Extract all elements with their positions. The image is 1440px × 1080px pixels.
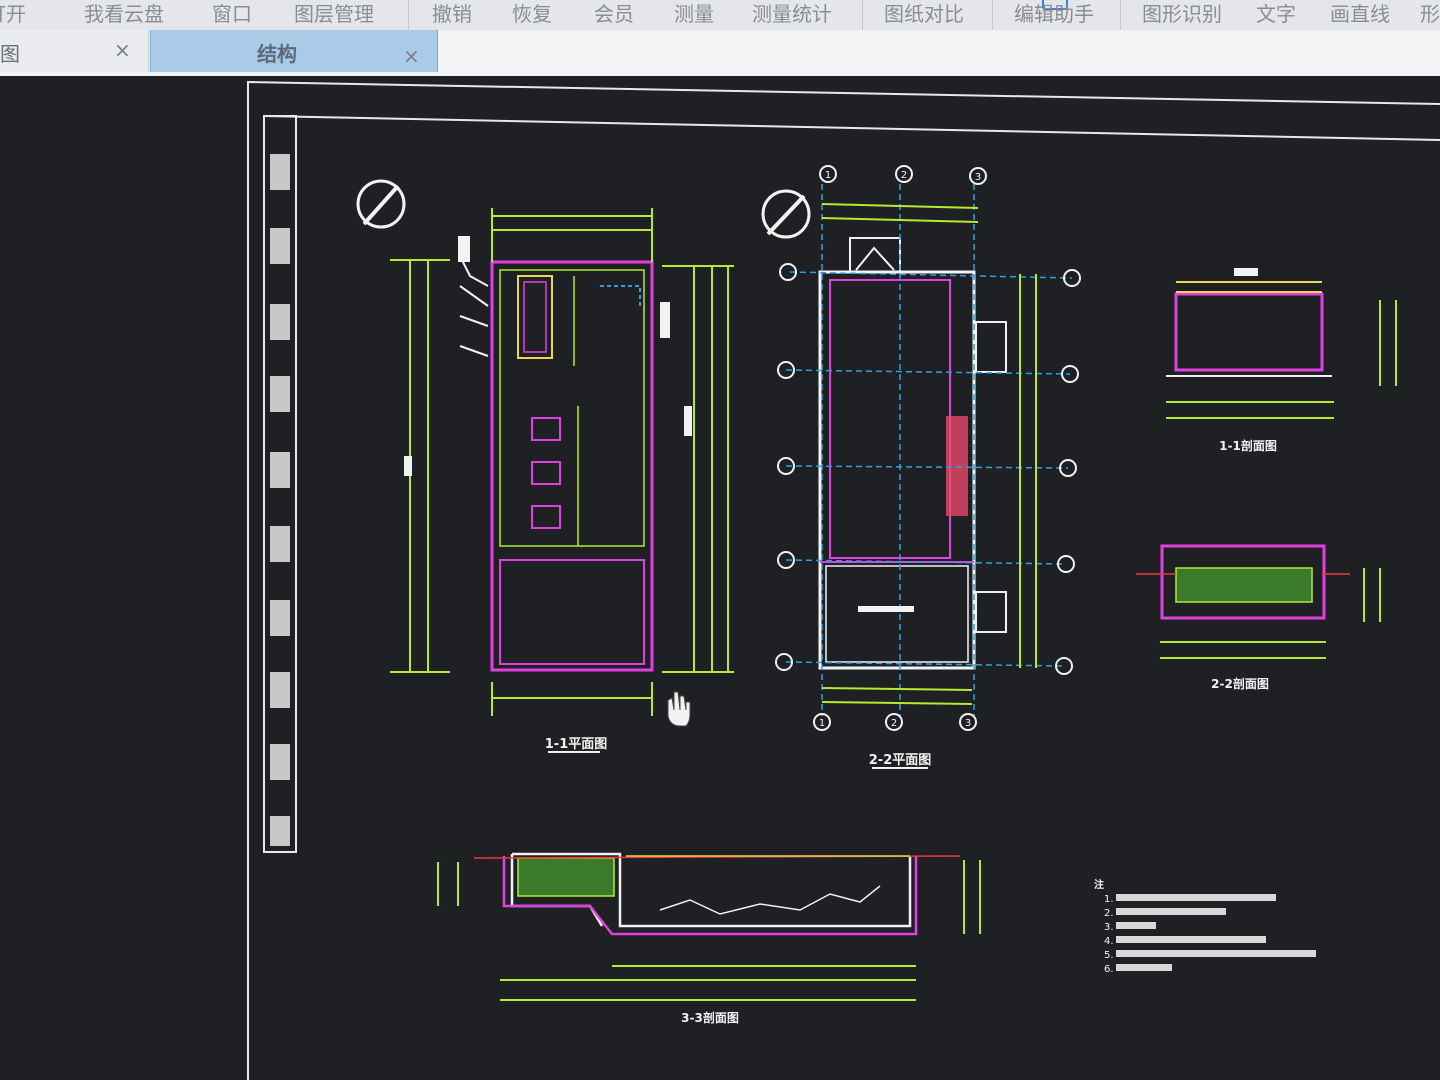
inner-frame-top xyxy=(263,115,1440,141)
right-plan: 1 2 3 1 2 3 2-2平面图 xyxy=(775,165,1081,769)
toolbar-separator xyxy=(408,0,409,30)
note-line: 6. xyxy=(1104,964,1114,975)
section-3-3-title: 3-3剖面图 xyxy=(681,1010,739,1025)
axis-label: 2 xyxy=(901,170,907,181)
toolbar-undo[interactable]: 撤销 xyxy=(432,0,472,27)
toolbar-measure-stats[interactable]: 测量统计 xyxy=(752,0,832,27)
close-icon[interactable]: × xyxy=(114,38,131,62)
notes-header: 注 xyxy=(1094,878,1104,891)
note-line: 1. xyxy=(1104,894,1114,905)
toolbar-separator xyxy=(1120,0,1121,30)
toolbar-redo[interactable]: 恢复 xyxy=(512,0,552,27)
toolbar-shape-recognition[interactable]: 图形识别 xyxy=(1142,0,1222,27)
toolbar-separator xyxy=(992,0,993,30)
title-block-strip xyxy=(263,115,297,853)
axis-label: 1 xyxy=(819,718,825,729)
axis-label: 2 xyxy=(891,718,897,729)
drawing-notes: 注 1. 2. 3. 4. 5. 6. xyxy=(1094,878,1316,975)
section-2-2: 2-2剖面图 xyxy=(1136,544,1381,691)
note-line: 2. xyxy=(1104,908,1114,919)
axis-label: 3 xyxy=(965,718,971,729)
toolbar-layer-manager[interactable]: 图层管理 xyxy=(294,0,374,27)
left-plan: 1-1平面图 xyxy=(390,208,734,753)
axis-label: 1 xyxy=(825,170,831,181)
tab-structure-label: 结构 xyxy=(257,42,297,66)
section-3-3: 3-3剖面图 xyxy=(437,852,981,1025)
section-2-2-title: 2-2剖面图 xyxy=(1211,676,1269,691)
tab-drawing-label: 图 xyxy=(0,42,20,66)
hand-cursor-icon xyxy=(667,691,691,727)
tab-drawing[interactable]: 图 × xyxy=(0,30,149,72)
axis-label: 3 xyxy=(975,172,981,183)
cad-drawing-canvas[interactable]: 1-1平面图 1 2 3 1 2 3 2-2平面图 1-1剖面图 2-2剖面图 … xyxy=(0,76,1440,1080)
note-line: 5. xyxy=(1104,950,1114,961)
right-plan-title: 2-2平面图 xyxy=(869,753,932,768)
north-arrow-icon xyxy=(761,189,811,239)
cad-drawing: 1-1平面图 1 2 3 1 2 3 2-2平面图 1-1剖面图 2-2剖面图 … xyxy=(247,80,1440,1080)
toolbar-edit-assistant[interactable]: 编辑助手 xyxy=(1014,0,1094,27)
section-1-1-title: 1-1剖面图 xyxy=(1219,438,1277,453)
note-line: 3. xyxy=(1104,922,1114,933)
toolbar-cloud-drive[interactable]: 我看云盘 xyxy=(84,0,164,27)
left-plan-title: 1-1平面图 xyxy=(545,737,608,752)
document-tab-bar: 图 × 结构 × xyxy=(0,30,1440,76)
toolbar-open[interactable]: 打开 xyxy=(0,0,26,27)
toolbar-text[interactable]: 文字 xyxy=(1256,0,1296,27)
toolbar-window[interactable]: 窗口 xyxy=(212,0,252,27)
toolbar-draw-line[interactable]: 画直线 xyxy=(1330,0,1390,27)
toolbar-separator xyxy=(862,0,863,30)
main-toolbar: 打开 我看云盘 窗口 图层管理 撤销 恢复 会员 测量 测量统计 图纸对比 编辑… xyxy=(0,0,1440,30)
tab-structure[interactable]: 结构 × xyxy=(150,30,438,72)
toolbar-drawing-compare[interactable]: 图纸对比 xyxy=(884,0,964,27)
toolbar-shape[interactable]: 形 xyxy=(1420,0,1440,27)
note-line: 4. xyxy=(1104,936,1114,947)
toolbar-member[interactable]: 会员 xyxy=(594,0,634,27)
section-1-1: 1-1剖面图 xyxy=(1166,268,1397,453)
toolbar-measure[interactable]: 测量 xyxy=(674,0,714,27)
north-arrow-icon xyxy=(356,179,406,229)
close-icon[interactable]: × xyxy=(403,44,420,68)
